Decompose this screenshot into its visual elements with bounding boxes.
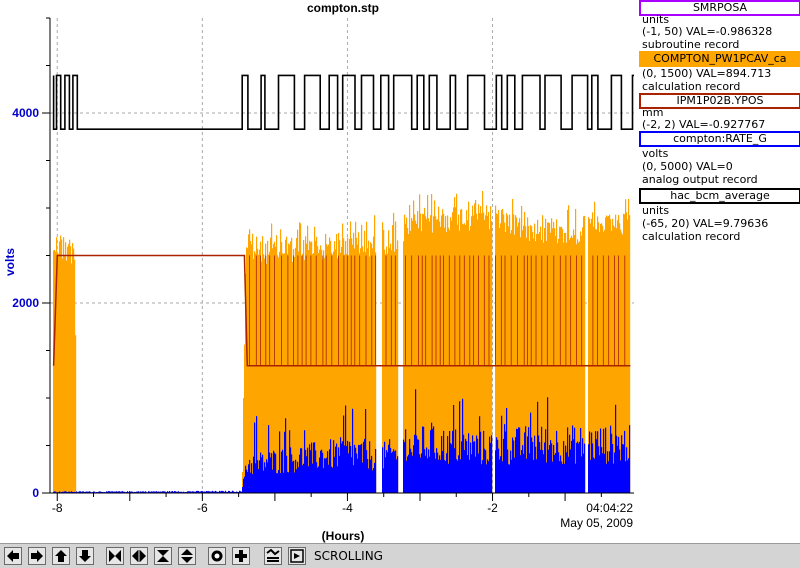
fit-icon[interactable] (288, 547, 306, 565)
legend-name-box[interactable]: compton:RATE_G (639, 131, 800, 147)
plus-icon[interactable] (232, 547, 250, 565)
legend-name: compton:RATE_G (673, 132, 767, 145)
legend-range-value: (-1, 50) VAL=-0.986328 (642, 25, 773, 38)
legend-name: SMRPOSA (692, 1, 748, 14)
legend-record-type: calculation record (642, 80, 741, 93)
x-tick-label: -8 (52, 501, 63, 515)
legend-record-type: analog output record (642, 173, 758, 186)
legend-name: hac_bcm_average (670, 189, 770, 202)
legend-range-value: (-2, 2) VAL=-0.927767 (642, 118, 766, 131)
legend-name-box[interactable]: COMPTON_PW1PCAV_ca (639, 51, 800, 67)
legend: SMRPOSA units (-1, 50) VAL=-0.986328 sub… (637, 0, 800, 245)
legend-record-type: subroutine record (642, 38, 740, 51)
arrow-right-icon[interactable] (28, 547, 46, 565)
series-smrposa (52, 74, 634, 130)
legend-range-value: (-65, 20) VAL=9.79636 (642, 217, 769, 230)
arrow-down-icon[interactable] (76, 547, 94, 565)
zoom-in-x-icon[interactable] (106, 547, 124, 565)
end-date: May 05, 2009 (560, 516, 633, 530)
x-tick-label: -4 (342, 501, 353, 515)
legend-units: volts (642, 147, 669, 160)
legend-range-value: (0, 1500) VAL=894.713 (642, 67, 772, 80)
toolbar: SCROLLING (0, 543, 800, 568)
x-tick-label: -6 (197, 501, 208, 515)
legend-name: COMPTON_PW1PCAV_ca (653, 52, 787, 65)
scale-icon[interactable] (264, 547, 282, 565)
chart-title: compton.stp (307, 1, 379, 15)
arrow-up-icon[interactable] (52, 547, 70, 565)
legend-range-value: (0, 5000) VAL=0 (642, 160, 733, 173)
strip-chart[interactable]: compton.stp -8 -6 -4 -2 0 2000 4000 volts (Hou… (0, 0, 637, 543)
zoom-in-y-icon[interactable] (154, 547, 172, 565)
legend-units: units (642, 204, 670, 217)
x-tick-label: -2 (487, 501, 498, 515)
zoom-out-x-icon[interactable] (130, 547, 148, 565)
arrow-left-icon[interactable] (4, 547, 22, 565)
record-icon[interactable] (208, 547, 226, 565)
y-axis-label: volts (3, 248, 17, 276)
legend-name-box[interactable]: hac_bcm_average (639, 188, 800, 204)
y-tick-label: 2000 (12, 296, 39, 310)
legend-record-type: calculation record (642, 230, 741, 243)
data-layer (52, 74, 634, 493)
y-tick-label: 4000 (12, 106, 39, 120)
status-text: SCROLLING (314, 549, 383, 563)
legend-name: IPM1P02B.YPOS (676, 94, 764, 107)
y-tick-label: 0 (32, 486, 39, 500)
end-time: 04:04:22 (586, 501, 633, 515)
x-axis-label: (Hours) (322, 529, 365, 543)
zoom-out-y-icon[interactable] (178, 547, 196, 565)
